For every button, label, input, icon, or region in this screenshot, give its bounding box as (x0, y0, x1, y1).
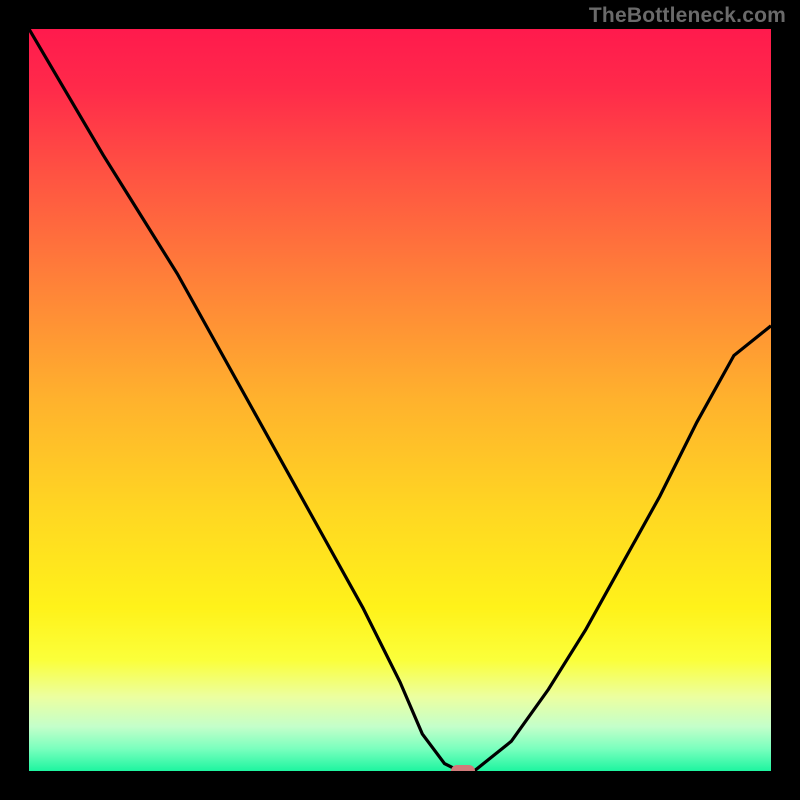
plot-area (29, 29, 771, 771)
attribution-text: TheBottleneck.com (589, 4, 786, 28)
optimum-marker (451, 765, 475, 771)
bottleneck-curve (29, 29, 771, 771)
chart-container: TheBottleneck.com (0, 0, 800, 800)
